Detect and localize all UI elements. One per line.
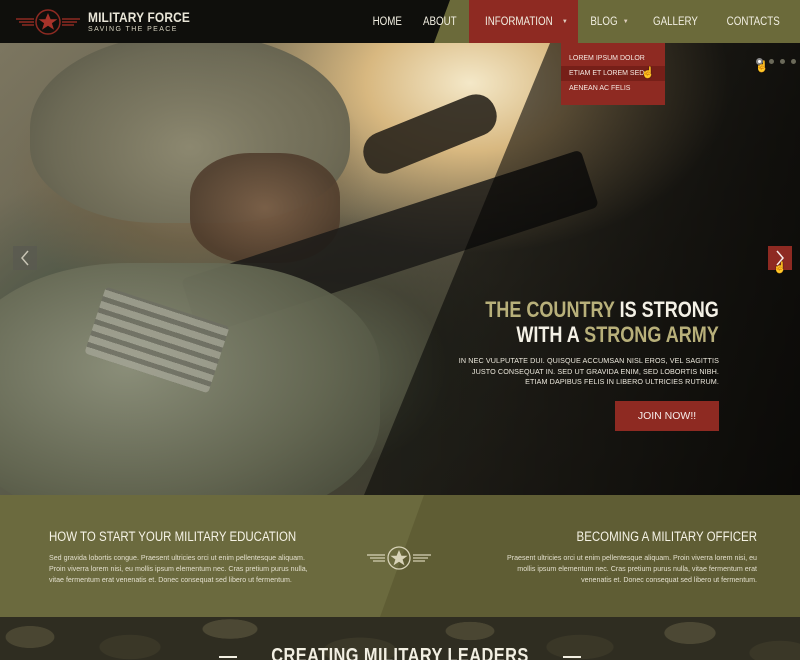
feature-education: HOW TO START YOUR MILITARY EDUCATION Sed… xyxy=(49,529,319,586)
dropdown-item[interactable]: LOREM IPSUM DOLOR xyxy=(561,51,665,66)
heading-highlight: THE COUNTRY xyxy=(485,297,615,322)
cursor-pointer-icon: ☝ xyxy=(773,262,787,274)
cursor-pointer-icon: ☝ xyxy=(755,61,769,73)
logo-text: MILITARY FORCE SAVING THE PEACE xyxy=(88,8,208,34)
section-title-text: CREATING MILITARY LEADERS xyxy=(271,645,529,660)
feature-officer: BECOMING A MILITARY OFFICER Praesent ult… xyxy=(487,529,757,586)
hero-heading: THE COUNTRY IS STRONG WITH A STRONG ARMY xyxy=(434,297,719,347)
nav-label: ABOUT xyxy=(422,15,457,28)
nav-item-blog[interactable]: BLOG ▼ xyxy=(578,0,639,43)
chevron-left-icon xyxy=(21,250,29,266)
star-emblem-icon xyxy=(367,545,431,576)
brand-title: MILITARY FORCE xyxy=(88,8,190,25)
hero-description: IN NEC VULPUTATE DUI. QUISQUE ACCUMSAN N… xyxy=(419,356,719,388)
feature-text: Sed gravida lobortis congue. Praesent ul… xyxy=(49,554,308,584)
header: MILITARY FORCE SAVING THE PEACE HOME ABO… xyxy=(0,0,800,43)
hero-slider: THE COUNTRY IS STRONG WITH A STRONG ARMY… xyxy=(0,43,800,495)
heading-text: WITH A xyxy=(516,322,585,347)
nav-label: BLOG xyxy=(590,15,618,28)
caret-down-icon: ▼ xyxy=(622,18,629,25)
slider-prev-button[interactable] xyxy=(13,246,37,270)
hero-heading-line-2: WITH A STRONG ARMY xyxy=(485,322,719,347)
divider xyxy=(562,655,581,658)
nav-label: GALLERY xyxy=(652,15,698,28)
main-nav: HOME ABOUT INFORMATION ▼ BLOG ▼ GALLERY CO… xyxy=(366,0,800,43)
nav-item-about[interactable]: ABOUT xyxy=(410,0,470,43)
heading-text: IS STRONG xyxy=(614,297,719,322)
hero-heading-line-1: THE COUNTRY IS STRONG xyxy=(485,297,719,322)
cursor-pointer-icon: ☝ xyxy=(641,67,655,79)
nav-item-contacts[interactable]: CONTACTS xyxy=(712,0,800,43)
information-dropdown-menu: LOREM IPSUM DOLOR ETIAM ET LOREM SED ☝ AE… xyxy=(561,43,665,105)
hero-description-line: ETIAM DAPIBUS FELIS IN LIBERO ULTRICIES … xyxy=(525,377,719,386)
nav-label: CONTACTS xyxy=(726,15,780,28)
hero-description-line: IN NEC VULPUTATE DUI. QUISQUE ACCUMSAN N… xyxy=(458,356,719,365)
feature-title[interactable]: BECOMING A MILITARY OFFICER xyxy=(528,529,757,545)
brand-subtitle: SAVING THE PEACE xyxy=(88,25,178,33)
nav-item-gallery[interactable]: GALLERY xyxy=(639,0,712,43)
slider-dot[interactable] xyxy=(780,59,785,64)
camo-banner: CREATING MILITARY LEADERS xyxy=(0,617,800,660)
feature-text: Praesent ultricies orci ut enim pellente… xyxy=(507,554,757,584)
slider-dot[interactable] xyxy=(791,59,796,64)
dropdown-item[interactable]: AENEAN AC FELIS xyxy=(561,81,665,96)
logo[interactable]: MILITARY FORCE SAVING THE PEACE xyxy=(16,6,208,37)
nav-item-home[interactable]: HOME xyxy=(366,0,410,43)
dropdown-item[interactable]: ETIAM ET LOREM SED ☝ xyxy=(561,66,665,81)
features-section: HOW TO START YOUR MILITARY EDUCATION Sed… xyxy=(0,495,800,617)
heading-highlight: STRONG ARMY xyxy=(584,322,719,347)
section-title: CREATING MILITARY LEADERS xyxy=(0,645,800,660)
slider-dot[interactable] xyxy=(769,59,774,64)
feature-title[interactable]: HOW TO START YOUR MILITARY EDUCATION xyxy=(49,529,296,545)
dropdown-item-label: ETIAM ET LOREM SED xyxy=(569,70,645,77)
hero-description-line: JUSTO CONSEQUAT IN. SED UT GRAVIDA ENIM,… xyxy=(471,366,719,376)
divider xyxy=(219,655,237,658)
nav-label: HOME xyxy=(372,15,403,28)
star-emblem-icon xyxy=(16,8,80,35)
caret-down-icon: ▼ xyxy=(561,18,568,25)
nav-label: INFORMATION xyxy=(485,15,553,28)
join-now-button[interactable]: JOIN NOW!! xyxy=(615,401,719,431)
nav-item-information[interactable]: INFORMATION ▼ xyxy=(469,0,578,43)
